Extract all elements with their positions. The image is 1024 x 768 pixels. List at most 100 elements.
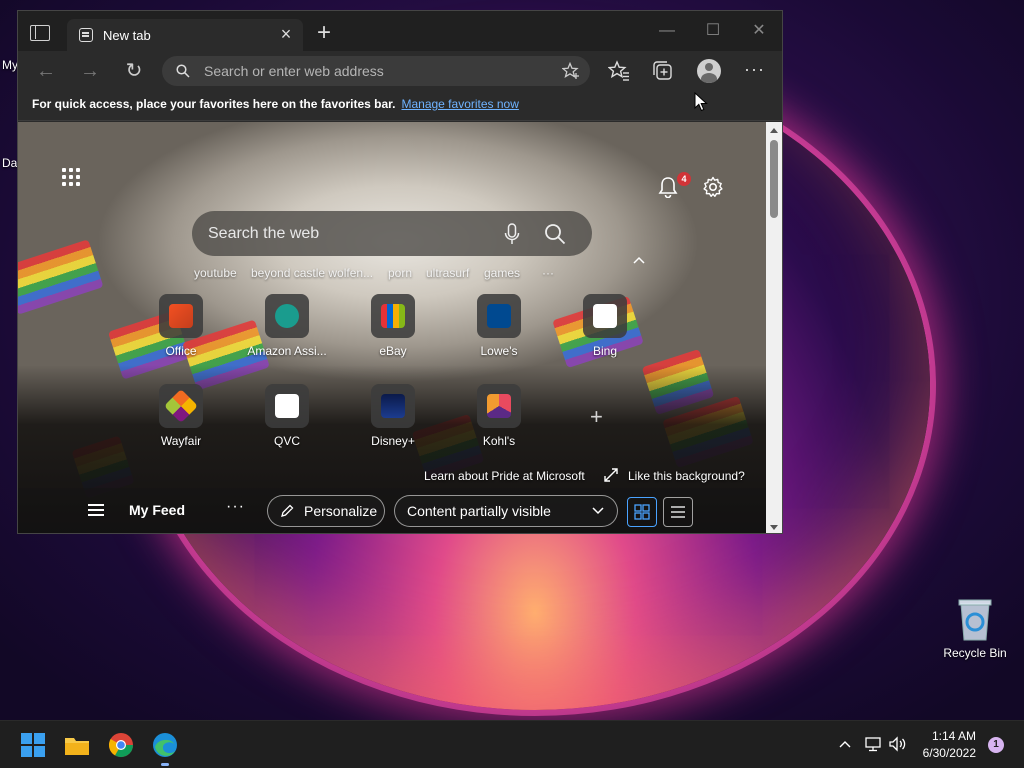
suggestion-item[interactable]: youtube bbox=[194, 266, 237, 280]
close-tab-icon[interactable]: × bbox=[277, 25, 295, 43]
content-visibility-dropdown[interactable]: Content partially visible bbox=[394, 495, 618, 527]
windows-start-icon[interactable] bbox=[19, 731, 47, 759]
new-tab-page: 4 youtube beyond castle wolfen... porn bbox=[18, 122, 766, 533]
refresh-icon[interactable]: ↻ bbox=[122, 59, 146, 83]
app-launcher-icon[interactable] bbox=[62, 168, 80, 186]
profile-avatar[interactable] bbox=[697, 59, 721, 83]
desktop-icon-label[interactable]: My bbox=[2, 58, 18, 72]
add-quick-link-icon[interactable]: + bbox=[590, 404, 603, 430]
back-arrow-icon[interactable]: ← bbox=[34, 59, 58, 83]
add-favorite-icon[interactable] bbox=[562, 62, 580, 80]
page-settings-gear-icon[interactable] bbox=[702, 176, 724, 198]
forward-arrow-icon[interactable]: → bbox=[78, 59, 102, 83]
suggestion-item[interactable]: ultrasurf bbox=[426, 266, 469, 280]
quick-link-label: Office bbox=[165, 344, 197, 358]
manage-favorites-link[interactable]: Manage favorites now bbox=[401, 97, 518, 111]
chrome-icon[interactable] bbox=[107, 731, 135, 759]
collections-icon[interactable] bbox=[652, 60, 674, 82]
collapse-chevron-up-icon[interactable] bbox=[632, 255, 646, 265]
volume-icon[interactable] bbox=[888, 736, 908, 752]
list-view-button[interactable] bbox=[663, 497, 693, 527]
page-scrollbar[interactable] bbox=[766, 122, 782, 533]
quick-link-label: Bing bbox=[592, 344, 618, 358]
chevron-down-icon bbox=[592, 507, 604, 515]
suggestions-more-icon[interactable]: ··· bbox=[542, 266, 554, 280]
settings-more-icon[interactable]: ··· bbox=[744, 59, 765, 80]
background-flag bbox=[18, 239, 104, 315]
web-search-input[interactable] bbox=[208, 223, 488, 245]
recycle-bin-label: Recycle Bin bbox=[943, 646, 1007, 660]
quick-link-office[interactable]: Office bbox=[136, 294, 226, 364]
quick-link-amazon[interactable]: Amazon Assi... bbox=[242, 294, 332, 364]
web-search-box[interactable] bbox=[192, 211, 592, 256]
scroll-up-arrow[interactable] bbox=[770, 128, 778, 133]
content-visibility-value: Content partially visible bbox=[407, 503, 551, 519]
favorites-bar-hint: For quick access, place your favorites h… bbox=[32, 97, 519, 111]
amazon-icon bbox=[265, 294, 309, 338]
expand-background-icon[interactable] bbox=[604, 468, 618, 482]
show-hidden-icons-chevron-icon[interactable] bbox=[838, 739, 852, 749]
office-icon bbox=[159, 294, 203, 338]
favorites-icon[interactable] bbox=[608, 60, 630, 82]
notifications-bell-icon[interactable] bbox=[658, 176, 678, 198]
notification-center-badge[interactable]: 1 bbox=[988, 737, 1004, 753]
feed-bar: My Feed ··· Personalize Content partiall… bbox=[18, 488, 766, 533]
quick-link-bing[interactable]: Bing bbox=[560, 294, 650, 364]
recycle-bin-desktop-icon[interactable]: Recycle Bin bbox=[942, 596, 1008, 666]
quick-link-qvc[interactable]: QVC bbox=[242, 384, 332, 454]
pride-info-link[interactable]: Learn about Pride at Microsoft bbox=[424, 469, 585, 483]
suggestion-item[interactable]: porn bbox=[388, 266, 412, 280]
quick-link-label: eBay bbox=[379, 344, 407, 358]
minimize-icon[interactable]: — bbox=[652, 21, 682, 41]
active-app-indicator bbox=[161, 763, 169, 766]
quick-link-disney[interactable]: Disney+ bbox=[348, 384, 438, 454]
personalize-button[interactable]: Personalize bbox=[267, 495, 385, 527]
new-tab-plus-icon[interactable]: + bbox=[312, 21, 336, 45]
scroll-down-arrow[interactable] bbox=[770, 525, 778, 530]
kohls-icon bbox=[477, 384, 521, 428]
grid-view-icon bbox=[634, 504, 650, 520]
suggestion-item[interactable]: beyond castle wolfen... bbox=[251, 266, 373, 280]
quick-link-lowes[interactable]: Lowe's bbox=[454, 294, 544, 364]
close-window-icon[interactable]: ✕ bbox=[744, 21, 774, 41]
menu-hamburger-icon[interactable] bbox=[88, 504, 104, 516]
microphone-icon[interactable] bbox=[504, 223, 520, 245]
tab-title: New tab bbox=[103, 28, 151, 43]
mouse-cursor-icon bbox=[694, 92, 708, 112]
quick-link-kohls[interactable]: Kohl's bbox=[454, 384, 544, 454]
quick-link-label: QVC bbox=[273, 434, 300, 448]
edge-icon[interactable] bbox=[151, 731, 179, 759]
scroll-thumb[interactable] bbox=[770, 140, 778, 218]
navigation-toolbar: ← → ↻ ··· bbox=[18, 51, 782, 91]
feed-more-icon[interactable]: ··· bbox=[226, 498, 245, 516]
disney-icon bbox=[371, 384, 415, 428]
bing-icon bbox=[583, 294, 627, 338]
maximize-icon[interactable]: ☐ bbox=[698, 21, 728, 41]
quick-link-label: Kohl's bbox=[482, 434, 516, 448]
network-icon[interactable] bbox=[864, 736, 882, 752]
notification-count-badge: 4 bbox=[677, 172, 691, 186]
desktop-icon-label[interactable]: Da bbox=[2, 156, 17, 170]
list-view-icon bbox=[671, 506, 685, 518]
search-icon bbox=[176, 64, 190, 78]
search-icon[interactable] bbox=[544, 223, 566, 245]
suggestion-item[interactable]: games bbox=[484, 266, 520, 280]
clock-time[interactable]: 1:14 AM bbox=[906, 729, 976, 743]
my-feed-tab[interactable]: My Feed bbox=[129, 502, 185, 518]
tab-bar: New tab × + — ☐ ✕ bbox=[18, 11, 782, 51]
address-bar[interactable] bbox=[162, 56, 590, 86]
quick-link-wayfair[interactable]: Wayfair bbox=[136, 384, 226, 454]
tab-actions-icon[interactable] bbox=[30, 25, 50, 41]
browser-window: New tab × + — ☐ ✕ ← → ↻ Search or enter … bbox=[17, 10, 783, 534]
file-explorer-icon[interactable] bbox=[63, 731, 91, 759]
quick-link-ebay[interactable]: eBay bbox=[348, 294, 438, 364]
address-input[interactable] bbox=[204, 60, 544, 82]
like-background-link[interactable]: Like this background? bbox=[628, 469, 745, 483]
lowes-icon bbox=[477, 294, 521, 338]
grid-view-button[interactable] bbox=[627, 497, 657, 527]
qvc-icon bbox=[265, 384, 309, 428]
clock-date[interactable]: 6/30/2022 bbox=[906, 746, 976, 760]
pencil-icon bbox=[281, 504, 294, 517]
recycle-bin-icon bbox=[958, 599, 992, 641]
tab-new-tab[interactable]: New tab × bbox=[67, 19, 303, 51]
